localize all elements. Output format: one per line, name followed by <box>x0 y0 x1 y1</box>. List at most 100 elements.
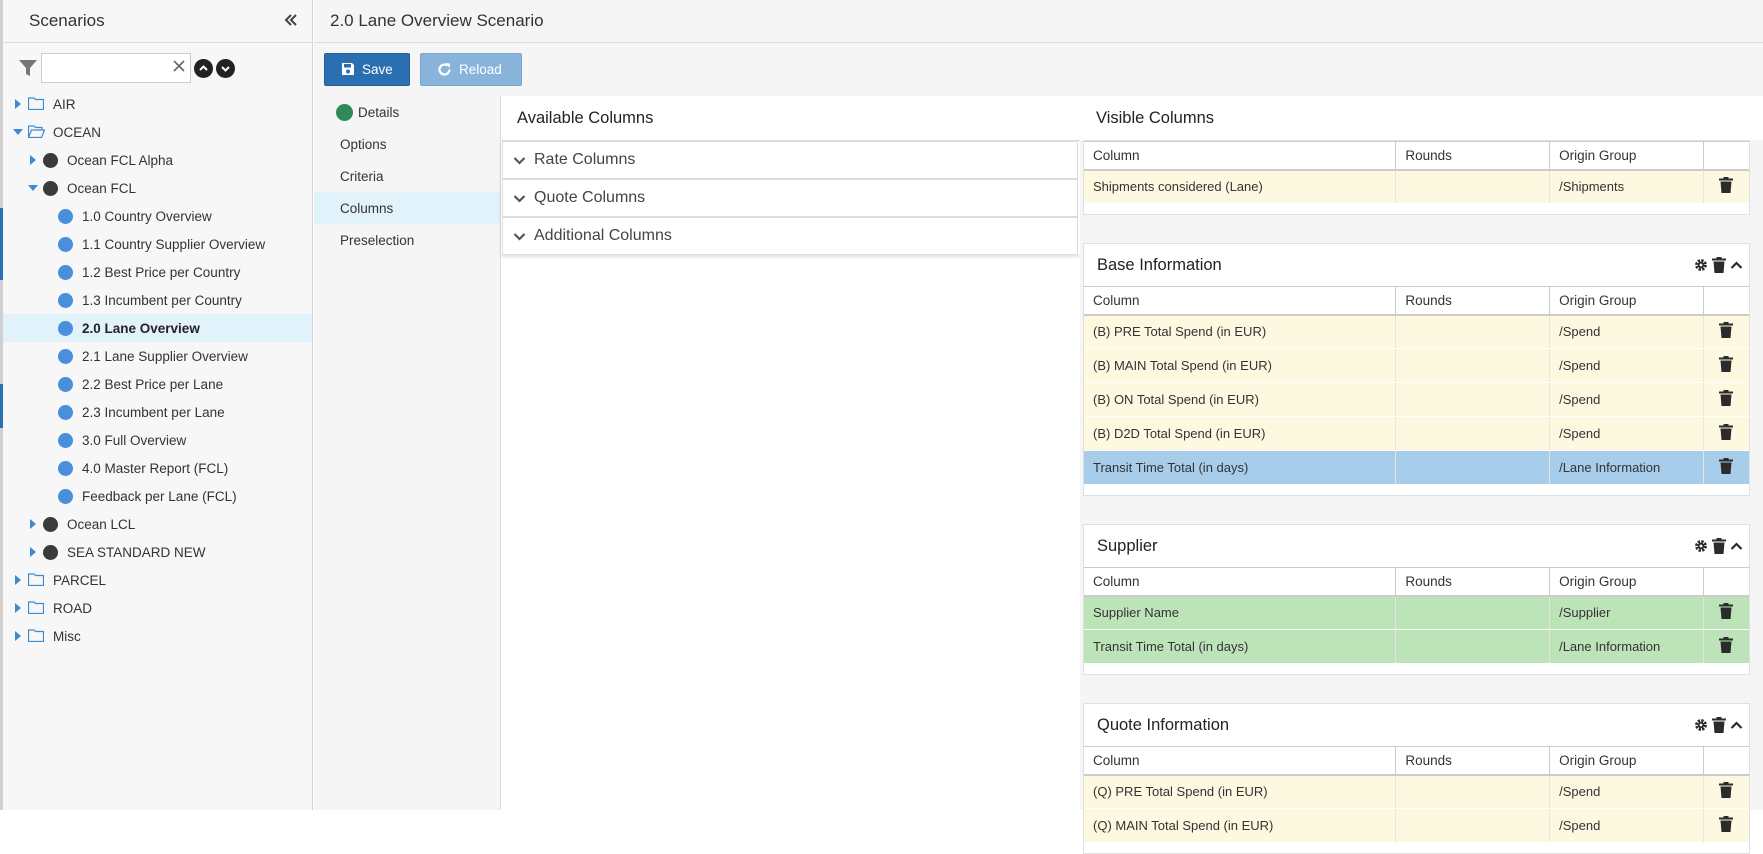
page-title: 2.0 Lane Overview Scenario <box>314 0 1763 43</box>
visible-columns-panel: Visible Columns Column Rounds Origin Group… <box>1080 96 1763 854</box>
trash-icon[interactable] <box>1712 257 1726 273</box>
trash-icon[interactable] <box>1712 717 1726 733</box>
rounds-cell[interactable] <box>1395 314 1551 349</box>
chevron-up-icon[interactable] <box>1730 719 1743 732</box>
tree-item[interactable]: Ocean FCL Alpha <box>3 146 312 174</box>
subnav-item[interactable]: Preselection <box>314 224 500 256</box>
table-row[interactable]: (Q) PRE Total Spend (in EUR) /Spend <box>1084 774 1749 809</box>
subnav-label: Details <box>358 104 400 120</box>
actions-header <box>1703 567 1749 597</box>
available-group-toggle[interactable]: Rate Columns <box>502 141 1078 179</box>
expand-up-icon[interactable] <box>194 58 213 78</box>
tree-item[interactable]: 1.3 Incumbent per Country <box>3 286 312 314</box>
trash-icon[interactable] <box>1718 637 1733 653</box>
tree-item[interactable]: 2.1 Lane Supplier Overview <box>3 342 312 370</box>
folder-open-icon <box>27 125 46 139</box>
trash-icon[interactable] <box>1718 177 1733 194</box>
rounds-cell[interactable] <box>1395 629 1551 664</box>
gear-icon[interactable] <box>1694 539 1708 553</box>
tree-item[interactable]: 2.2 Best Price per Lane <box>3 370 312 398</box>
caret-right-icon[interactable] <box>11 97 25 111</box>
rounds-cell[interactable] <box>1395 595 1551 630</box>
gear-icon[interactable] <box>1694 258 1708 272</box>
rounds-cell[interactable] <box>1395 382 1551 417</box>
folder-icon <box>27 97 45 111</box>
trash-icon[interactable] <box>1718 424 1733 440</box>
tree-item-label: Ocean FCL Alpha <box>67 152 174 168</box>
gear-icon[interactable] <box>1694 718 1708 732</box>
rounds-cell[interactable] <box>1395 348 1551 383</box>
rounds-header: Rounds <box>1395 567 1551 597</box>
tree-item[interactable]: Feedback per Lane (FCL) <box>3 482 312 510</box>
available-group-toggle[interactable]: Additional Columns <box>502 217 1078 255</box>
expand-down-icon[interactable] <box>216 58 235 78</box>
subnav-item[interactable]: Criteria <box>314 160 500 192</box>
tree-item[interactable]: ROAD <box>3 594 312 622</box>
trash-icon[interactable] <box>1718 816 1733 832</box>
clear-search-icon[interactable] <box>173 57 185 77</box>
collapse-sidebar-icon[interactable] <box>284 11 298 32</box>
caret-right-icon[interactable] <box>26 153 40 167</box>
save-button[interactable]: Save <box>324 52 410 86</box>
trash-icon[interactable] <box>1718 458 1733 474</box>
tree-item[interactable]: Misc <box>3 622 312 650</box>
available-group-toggle[interactable]: Quote Columns <box>502 179 1078 217</box>
tree-item[interactable]: 3.0 Full Overview <box>3 426 312 454</box>
tree-item[interactable]: 1.1 Country Supplier Overview <box>3 230 312 258</box>
table-row[interactable]: (B) PRE Total Spend (in EUR) /Spend <box>1084 314 1749 349</box>
tree-item[interactable]: Ocean FCL <box>3 174 312 202</box>
column-header: Column <box>1084 567 1397 597</box>
tree-item[interactable]: 4.0 Master Report (FCL) <box>3 454 312 482</box>
tree-item[interactable]: 2.0 Lane Overview <box>3 314 312 342</box>
column-name-cell: (B) PRE Total Spend (in EUR) <box>1084 314 1397 349</box>
tree-item[interactable]: 1.2 Best Price per Country <box>3 258 312 286</box>
rounds-cell[interactable] <box>1395 450 1551 485</box>
trash-icon[interactable] <box>1712 538 1726 554</box>
delete-cell <box>1703 169 1749 204</box>
caret-right-icon[interactable] <box>26 517 40 531</box>
caret-spacer <box>41 209 55 223</box>
group-title: Quote Information <box>1097 715 1230 734</box>
caret-right-icon[interactable] <box>11 629 25 643</box>
tree-item[interactable]: AIR <box>3 90 312 118</box>
caret-right-icon[interactable] <box>26 545 40 559</box>
table-row[interactable]: (B) MAIN Total Spend (in EUR) /Spend <box>1084 348 1749 383</box>
tree-item[interactable]: PARCEL <box>3 566 312 594</box>
rounds-cell[interactable] <box>1395 808 1551 843</box>
tree-item-label: 2.0 Lane Overview <box>82 320 200 336</box>
tree-search-input[interactable] <box>42 54 166 82</box>
reload-button[interactable]: Reload <box>420 52 522 86</box>
trash-icon[interactable] <box>1718 603 1733 620</box>
available-columns-panel: Available Columns Rate Columns Quote Colu… <box>500 96 1080 810</box>
caret-down-icon[interactable] <box>11 125 25 139</box>
tree-item[interactable]: 1.0 Country Overview <box>3 202 312 230</box>
tree-item[interactable]: OCEAN <box>3 118 312 146</box>
trash-icon[interactable] <box>1718 390 1733 406</box>
rounds-cell[interactable] <box>1395 774 1551 809</box>
table-header-row: Column Rounds Origin Group <box>1084 567 1749 597</box>
group-header: Quote Information <box>1084 704 1749 746</box>
table-row[interactable]: (Q) MAIN Total Spend (in EUR) /Spend <box>1084 808 1749 843</box>
caret-down-icon[interactable] <box>26 181 40 195</box>
tree-item[interactable]: Ocean LCL <box>3 510 312 538</box>
table-row[interactable]: Supplier Name/Supplier <box>1084 595 1749 630</box>
trash-icon[interactable] <box>1718 322 1733 339</box>
tree-item[interactable]: SEA STANDARD NEW <box>3 538 312 566</box>
table-row[interactable]: Transit Time Total (in days) /Lane Inform… <box>1084 450 1749 485</box>
trash-icon[interactable] <box>1718 782 1733 799</box>
table-row[interactable]: Transit Time Total (in days) /Lane Inform… <box>1084 629 1749 664</box>
table-row[interactable]: (B) D2D Total Spend (in EUR) /Spend <box>1084 416 1749 451</box>
trash-icon[interactable] <box>1718 356 1733 372</box>
subnav-item[interactable]: Details <box>314 96 500 128</box>
caret-right-icon[interactable] <box>11 573 25 587</box>
table-row[interactable]: Shipments considered (Lane) /Shipments <box>1084 169 1749 204</box>
tree-item[interactable]: 2.3 Incumbent per Lane <box>3 398 312 426</box>
chevron-up-icon[interactable] <box>1730 259 1743 272</box>
caret-right-icon[interactable] <box>11 601 25 615</box>
table-row[interactable]: (B) ON Total Spend (in EUR) /Spend <box>1084 382 1749 417</box>
rounds-cell[interactable] <box>1395 169 1551 204</box>
rounds-cell[interactable] <box>1395 416 1551 451</box>
subnav-item[interactable]: Columns <box>314 192 500 224</box>
subnav-item[interactable]: Options <box>314 128 500 160</box>
chevron-up-icon[interactable] <box>1730 540 1743 553</box>
